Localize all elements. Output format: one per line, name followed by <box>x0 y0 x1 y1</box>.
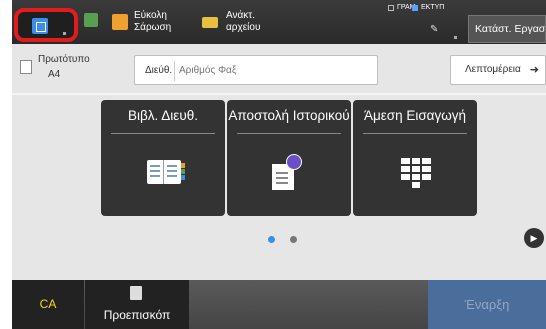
direct-entry-tile[interactable]: Άμεση Εισαγωγή <box>353 100 477 216</box>
divider <box>12 93 546 95</box>
fax-indicator-label: ΕΚΤΥΠ <box>421 4 445 11</box>
home-button[interactable] <box>14 8 78 42</box>
start-button[interactable]: Έναρξη <box>428 280 546 329</box>
address-book-tile[interactable]: Βιβλ. Διευθ. <box>101 100 225 216</box>
job-status-button[interactable]: Κατάστ. Εργασ <box>468 15 546 43</box>
details-button[interactable]: Λεπτομέρεια ➜ <box>450 55 546 85</box>
preview-button[interactable]: Προεπισκόπ <box>85 280 189 329</box>
menu-dot-icon <box>454 36 457 39</box>
original-size[interactable]: A4 <box>48 69 60 80</box>
address-book-icon <box>147 160 185 184</box>
easy-scan-label-line2: Σάρωση <box>134 22 172 33</box>
tile-divider <box>111 133 215 134</box>
fax-indicator-icon <box>412 4 418 11</box>
fax-screen: Εύκολη Σάρωση Ανάκτ. αρχείου ΓΡΑΜ ΕΚΤΥΠ … <box>12 0 546 329</box>
scan-icon <box>112 14 128 30</box>
top-bar: Εύκολη Σάρωση Ανάκτ. αρχείου ΓΡΑΜ ΕΚΤΥΠ … <box>12 0 546 44</box>
preview-icon <box>130 286 142 300</box>
file-retrieve-label-line2: αρχείου <box>226 22 261 33</box>
page-indicator[interactable] <box>290 236 297 243</box>
tile-label: Βιβλ. Διευθ. <box>128 108 198 123</box>
easy-scan-shortcut[interactable]: Εύκολη Σάρωση <box>112 2 171 42</box>
home-icon <box>32 18 48 34</box>
details-label: Λεπτομέρεια <box>465 64 521 75</box>
tile-label: Άμεση Εισαγωγή <box>363 108 467 123</box>
menu-dot-icon <box>63 32 66 35</box>
tile-label: Αποστολή Ιστορικού <box>228 108 350 123</box>
next-page-button[interactable]: ▶ <box>524 228 544 248</box>
history-icon <box>272 154 302 190</box>
folder-icon <box>202 16 218 28</box>
green-shortcut-icon[interactable] <box>84 13 98 27</box>
address-label: Διεύθ. <box>145 65 173 76</box>
tile-divider <box>363 133 467 134</box>
easy-scan-label-line1: Εύκολη <box>134 10 167 21</box>
file-retrieve-label-line1: Ανάκτ. <box>226 10 255 21</box>
page-indicator-active <box>268 236 275 243</box>
address-field[interactable]: Διεύθ. <box>134 55 378 85</box>
original-document-icon <box>20 60 32 74</box>
fax-number-input[interactable] <box>179 57 369 83</box>
clear-all-button[interactable]: CA <box>12 280 84 329</box>
keypad-icon <box>401 158 431 188</box>
settings-wrench-icon[interactable]: ✎ <box>430 24 438 35</box>
preview-label: Προεπισκόπ <box>103 308 171 322</box>
tile-divider <box>237 133 341 134</box>
print-indicator-icon <box>388 4 394 11</box>
address-divider <box>174 61 175 81</box>
original-label[interactable]: Πρωτότυπο <box>38 54 90 66</box>
send-history-tile[interactable]: Αποστολή Ιστορικού <box>227 100 351 216</box>
file-retrieve-shortcut[interactable]: Ανάκτ. αρχείου <box>202 2 260 42</box>
fax-indicator: ΕΚΤΥΠ <box>412 4 444 11</box>
clock-icon <box>286 154 302 170</box>
arrow-right-icon: ➜ <box>529 64 539 76</box>
